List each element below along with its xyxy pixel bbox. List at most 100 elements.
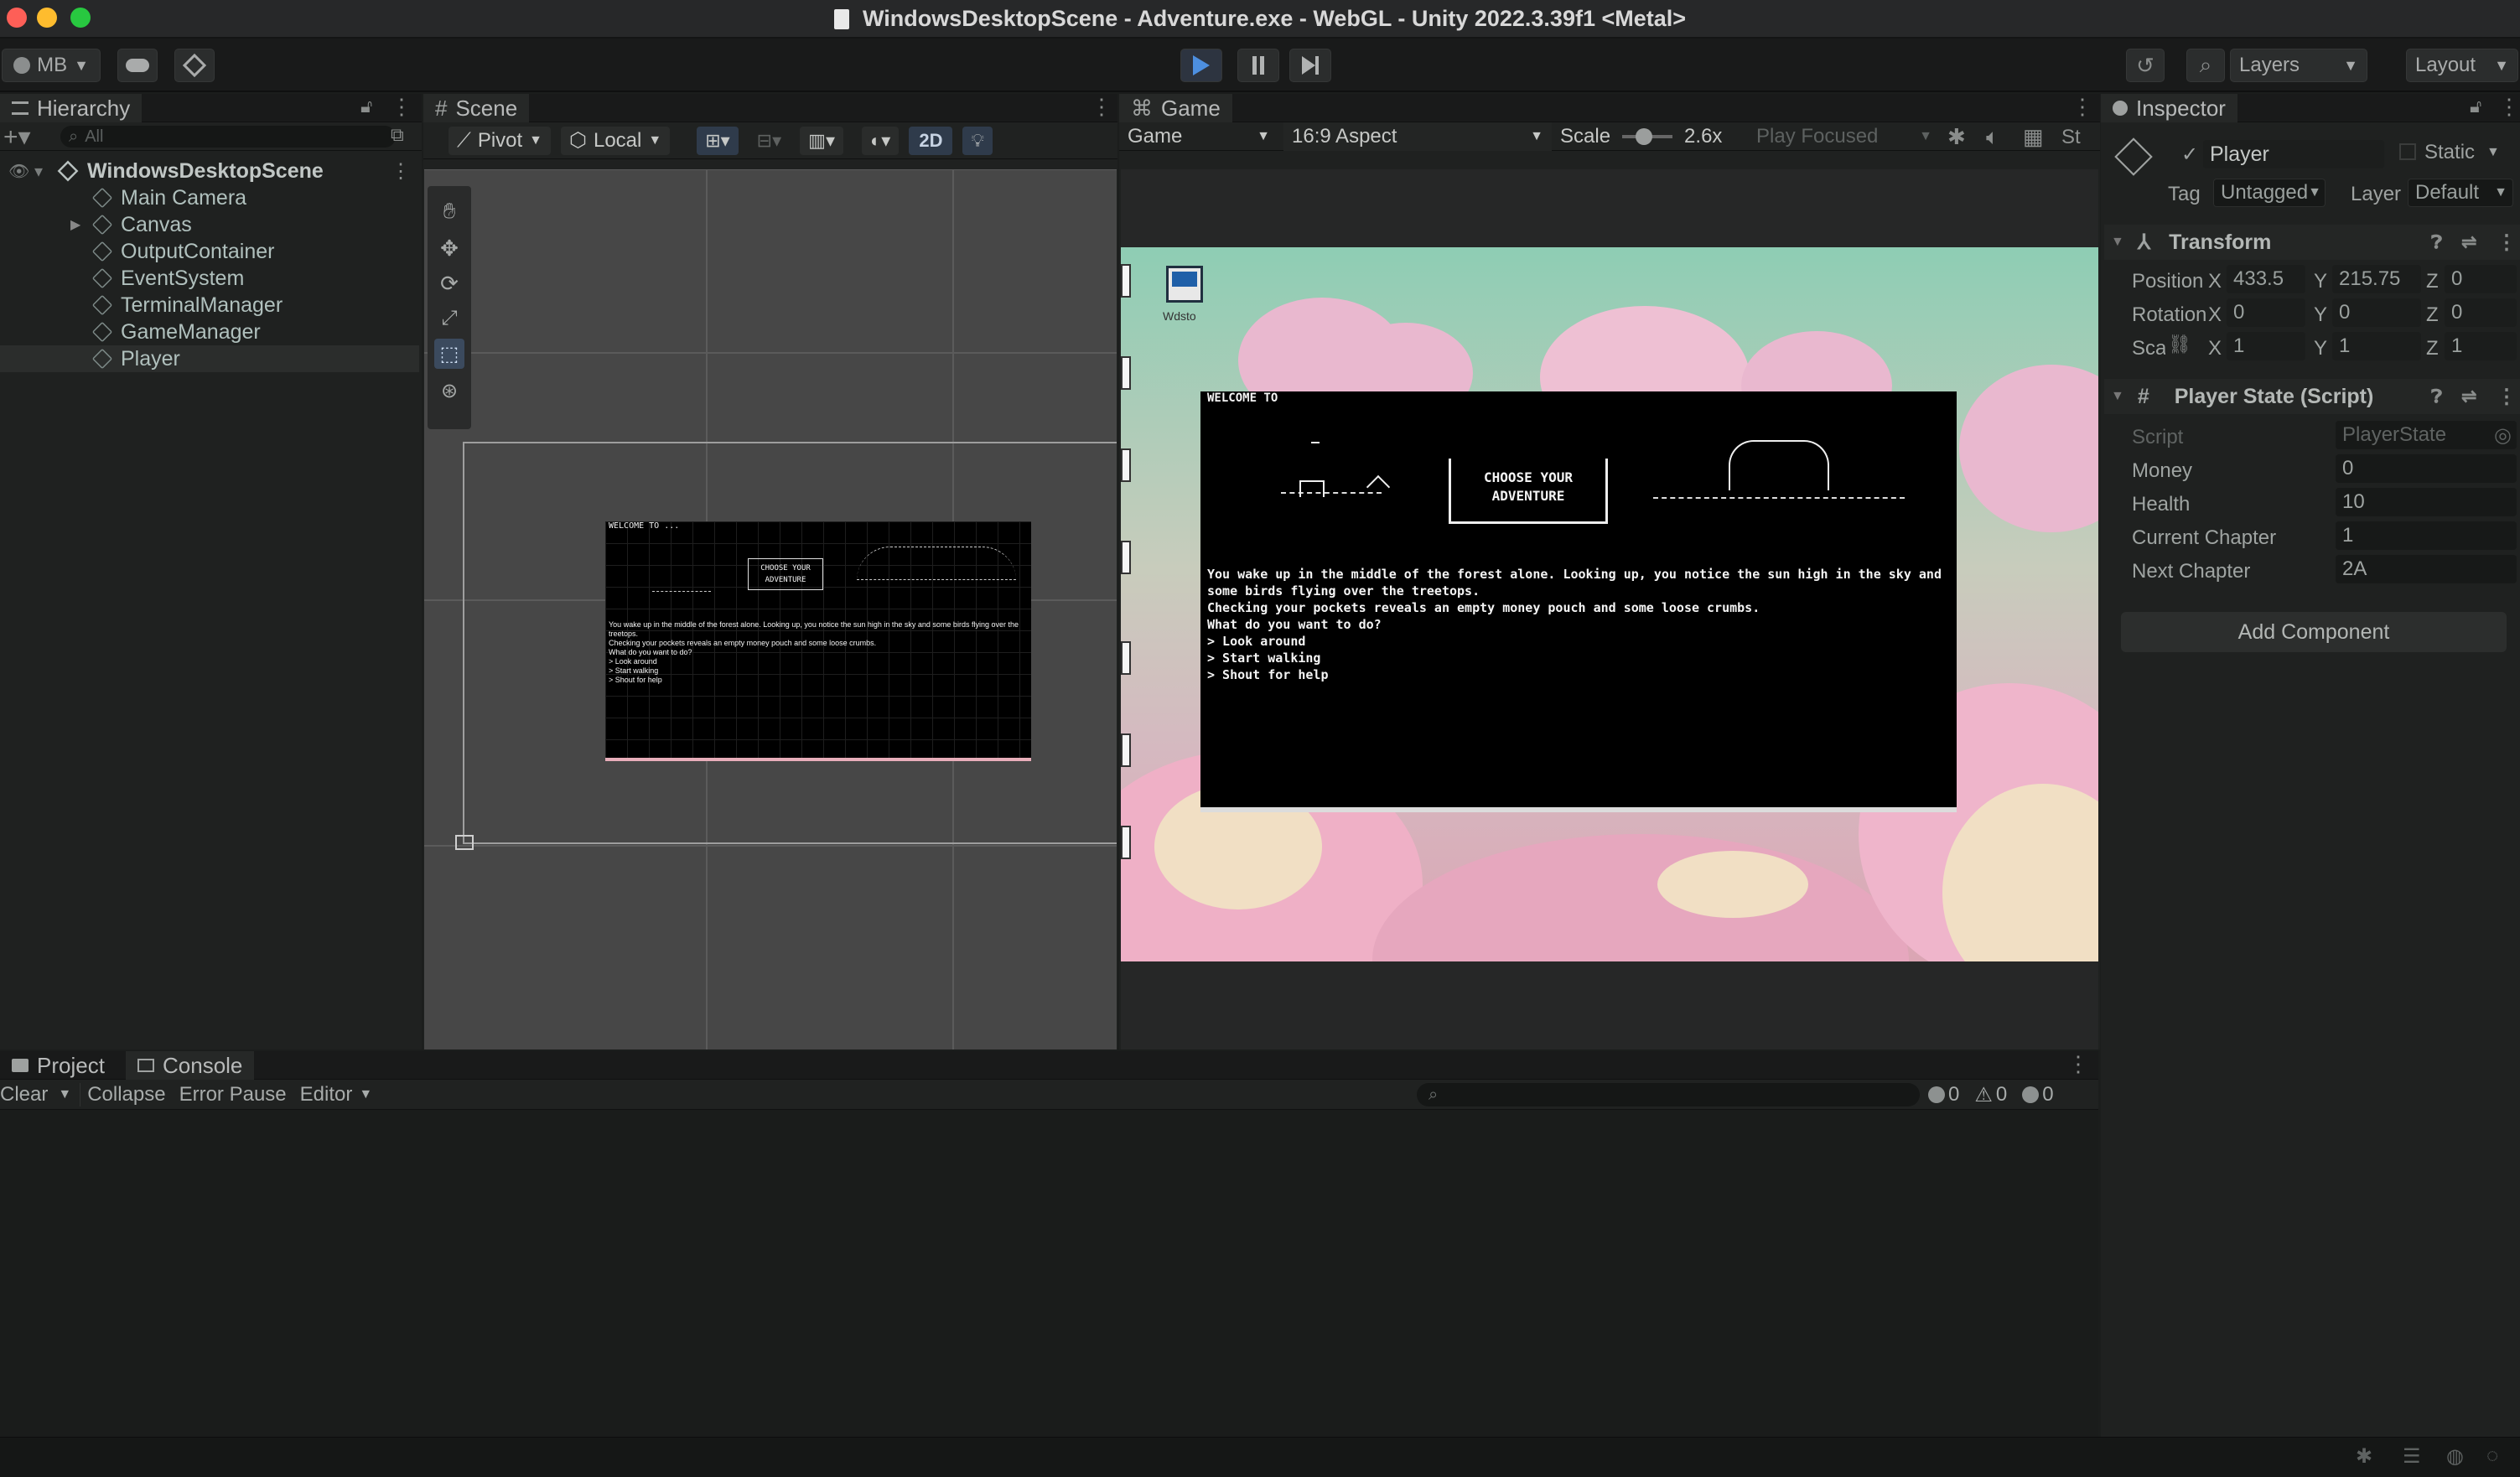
foldout-arrow-icon[interactable]: ▼ [2111,389,2124,404]
scene-viewport[interactable]: ✋︎ ✥ ⟳ ⤢ ⬚ ⊛ WELCOME TO ... CHOOSE YOUR … [424,169,1117,1049]
desktop-shortcut[interactable] [1166,266,1203,303]
cache-icon[interactable]: ☰ [2403,1444,2421,1469]
desktop-icon[interactable] [1121,264,1131,298]
desktop-icon[interactable] [1121,826,1131,859]
audio-icon[interactable]: 🔈︎ [1986,124,1999,151]
help-icon[interactable]: ❓︎ [2431,231,2442,253]
aspect-dropdown[interactable]: 16:9 Aspect ▼ [1283,122,1552,151]
foldout-arrow-icon[interactable]: ▼ [2111,235,2124,250]
scene-more-icon[interactable]: ⋮ [391,159,411,184]
hierarchy-item-terminalmanager[interactable]: TerminalManager [0,292,419,319]
grid-visibility-toggle[interactable]: ▥▾ [800,126,843,155]
clear-dropdown[interactable]: Clear ▼ [0,1083,80,1106]
tab-project[interactable]: Project [0,1051,117,1080]
display-dropdown[interactable]: Game ▼ [1128,122,1278,151]
hierarchy-item-outputcontainer[interactable]: OutputContainer [0,238,419,265]
rect-tool-icon[interactable]: ⬚ [434,339,464,369]
desktop-icon[interactable] [1121,641,1131,675]
lock-icon[interactable]: 🔓︎ [360,96,372,117]
collab-button[interactable] [174,49,215,82]
tab-game[interactable]: ⌘ Game [1119,94,1232,122]
2d-toggle[interactable]: 2D [909,126,953,155]
transform-tool-icon[interactable]: ⊛ [434,376,464,406]
error-pause-toggle[interactable]: Error Pause [173,1083,293,1106]
progress-icon[interactable]: ◌ [2486,1444,2498,1468]
desktop-icon[interactable] [1121,356,1131,390]
tab-inspector[interactable]: Inspector [2101,94,2237,122]
object-name-field[interactable]: Player [2203,140,2384,168]
history-button[interactable]: ↺ [2126,49,2165,82]
desktop-icon[interactable] [1121,448,1131,482]
tab-scene[interactable]: # Scene [423,94,530,122]
layout-dropdown[interactable]: Layout ▼ [2406,49,2518,82]
layers-dropdown[interactable]: Layers ▼ [2230,49,2367,82]
shading-mode-dropdown[interactable]: ◐▾ [862,126,900,155]
preset-icon[interactable]: ⇌ [2461,231,2476,253]
hierarchy-item-canvas[interactable]: ▶ Canvas [0,211,419,238]
bug-icon[interactable]: ✱ [1947,124,1966,150]
transform-header[interactable]: ▼ ⅄ Transform ❓︎ ⇌ ⋮ [2104,225,2520,260]
collapse-toggle[interactable]: Collapse [80,1082,172,1106]
lighting-toggle[interactable]: 💡︎ [962,126,993,155]
layer-dropdown[interactable]: Default ▼ [2408,179,2513,207]
editor-dropdown[interactable]: Editor ▼ [293,1083,380,1106]
rotation-y-field[interactable]: 0 [2332,298,2421,327]
error-count-toggle[interactable]: 0 [2022,1083,2054,1106]
debug-icon[interactable]: ✱ [2356,1444,2372,1469]
increment-snap-toggle[interactable]: ⊟▾ [749,127,790,155]
rotation-z-field[interactable]: 0 [2445,298,2517,327]
tab-hierarchy[interactable]: Hierarchy [0,94,143,122]
stats-toggle[interactable]: St [2061,126,2081,149]
position-y-field[interactable]: 215.75 [2332,265,2421,293]
money-field[interactable]: 0 [2336,454,2517,483]
option-start-walking[interactable]: > Start walking [1207,650,1945,666]
static-dropdown[interactable]: Static ▼ [2424,141,2500,164]
hierarchy-search-input[interactable]: ⌕ All [60,126,396,148]
object-picker-icon[interactable]: ◎ [2494,423,2512,448]
lighting-status-icon[interactable]: ◍ [2446,1444,2464,1469]
scale-x-field[interactable]: 1 [2227,332,2305,360]
search-button[interactable]: ⌕ [2186,49,2225,82]
preset-icon[interactable]: ⇌ [2461,386,2476,407]
option-shout-for-help[interactable]: > Shout for help [1207,666,1945,683]
scale-y-field[interactable]: 1 [2332,332,2421,360]
pause-button[interactable] [1237,49,1279,82]
account-dropdown[interactable]: MB ▼ [2,49,101,82]
move-tool-icon[interactable]: ✥ [434,233,464,263]
component-more-icon[interactable]: ⋮ [2497,385,2517,409]
hand-tool-icon[interactable]: ✋︎ [434,196,464,226]
help-icon[interactable]: ❓︎ [2431,386,2442,407]
expand-all-icon[interactable]: ⧉ [391,124,404,146]
scale-slider-thumb[interactable] [1636,128,1653,145]
warning-count-toggle[interactable]: ⚠︎ 0 [1974,1083,2007,1107]
component-more-icon[interactable]: ⋮ [2497,231,2517,255]
game-viewport[interactable]: Wdsto WELCOME TO CHOOSE YOUR ADVENTURE Y… [1121,169,2098,1049]
position-z-field[interactable]: 0 [2445,265,2517,293]
info-count-toggle[interactable]: 0 [1928,1083,1959,1106]
hierarchy-item-eventsystem[interactable]: EventSystem [0,265,419,292]
more-menu-icon[interactable]: ⋮ [2071,94,2093,120]
add-object-icon[interactable]: +▾ [3,122,31,152]
position-x-field[interactable]: 433.5 [2227,265,2305,293]
lock-icon[interactable]: 🔓︎ [2470,96,2481,117]
local-dropdown[interactable]: ⬡ Local ▼ [561,126,671,155]
add-component-button[interactable]: Add Component [2121,612,2507,652]
cloud-button[interactable] [117,49,158,82]
pivot-dropdown[interactable]: ⟋ Pivot ▼ [449,126,552,155]
option-look-around[interactable]: > Look around [1207,633,1945,650]
rotate-tool-icon[interactable]: ⟳ [434,268,464,298]
gizmos-icon[interactable]: ▦ [2023,124,2044,150]
canvas-handle[interactable] [455,835,474,850]
scale-z-field[interactable]: 1 [2445,332,2517,360]
more-menu-icon[interactable]: ⋮ [1091,94,1112,120]
scale-slider[interactable] [1622,128,1673,145]
hierarchy-item-player[interactable]: Player [0,345,419,372]
player-state-header[interactable]: ▼ # Player State (Script) ❓︎ ⇌ ⋮ [2104,379,2520,414]
scene-root-row[interactable]: 👁︎ ▾ WindowsDesktopScene ⋮ [0,158,419,184]
play-button[interactable] [1180,49,1222,82]
tab-console[interactable]: Console [126,1051,255,1080]
hierarchy-item-main-camera[interactable]: Main Camera [0,184,419,211]
desktop-icon[interactable] [1121,541,1131,574]
static-checkbox[interactable] [2399,143,2416,160]
hierarchy-item-gamemanager[interactable]: GameManager [0,319,419,345]
